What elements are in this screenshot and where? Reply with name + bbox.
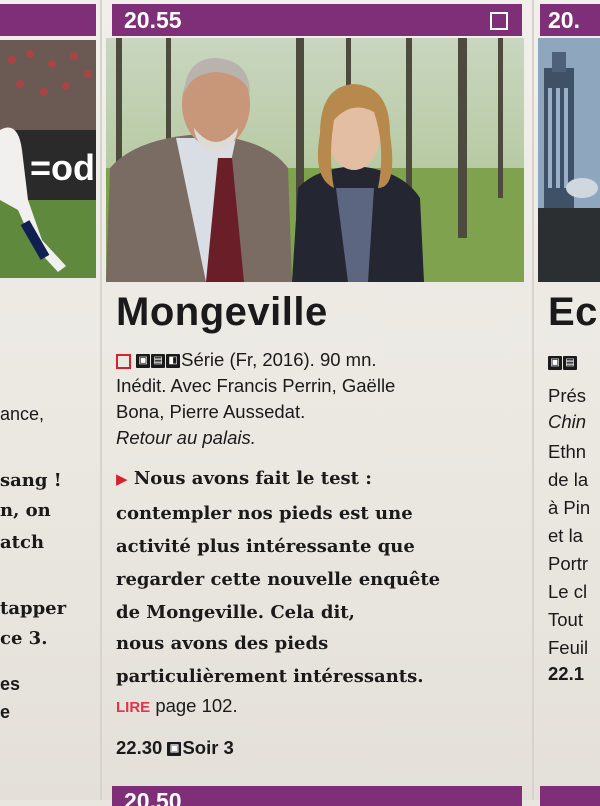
right-line-11: 22.1 bbox=[548, 663, 585, 684]
next-show: Soir 3 bbox=[182, 737, 234, 758]
right-building-photo bbox=[538, 38, 600, 282]
right-line-1: Prés bbox=[548, 385, 587, 406]
left-line-1: ance, bbox=[0, 404, 45, 424]
next-time-bar: 20.50 bbox=[112, 786, 522, 806]
column-divider-left bbox=[100, 0, 102, 800]
right-line-2: Chin bbox=[548, 411, 587, 432]
subtitles-icon: ▤ bbox=[151, 354, 166, 369]
review-line-6: nous avons des pieds bbox=[116, 633, 329, 654]
listing-time-bar: 20.55 bbox=[112, 4, 522, 36]
show-title: Mongeville bbox=[116, 290, 328, 334]
svg-text:=od: =od bbox=[30, 147, 95, 188]
play-triangle-icon: ▶ bbox=[116, 470, 128, 488]
right-line-9: Tout bbox=[548, 609, 583, 630]
hd-icon: ◧ bbox=[166, 354, 181, 369]
left-line-8: e bbox=[0, 702, 11, 722]
audio-description-icon: ▣ bbox=[136, 354, 151, 369]
left-line-7: es bbox=[0, 674, 21, 694]
next-time: 22.30 bbox=[116, 737, 163, 758]
right-line-4: de la bbox=[548, 469, 589, 490]
review-line-1: ▶ Nous avons fait le test : bbox=[116, 466, 372, 493]
read-more[interactable]: LIRE page 102. bbox=[116, 694, 238, 720]
left-line-6: ce 3. bbox=[0, 628, 48, 649]
right-line-8: Le cl bbox=[548, 581, 588, 602]
cast-line-1: Inédit. Avec Francis Perrin, Gaëlle bbox=[116, 375, 396, 396]
genre-line: ▣ ▤ ◧ Série (Fr, 2016). 90 mn. bbox=[116, 348, 377, 372]
review-text-1: Nous avons fait le test : bbox=[133, 468, 372, 489]
right-line-5: à Pin bbox=[548, 497, 591, 518]
read-label: LIRE bbox=[116, 699, 151, 716]
right-line-3: Ethn bbox=[548, 441, 587, 462]
genre-text: Série (Fr, 2016). 90 mn. bbox=[181, 349, 377, 370]
right-show-title: Ec bbox=[548, 290, 598, 334]
right-line-10: Feuil bbox=[548, 637, 589, 658]
next-bar-time: 20.50 bbox=[124, 788, 182, 806]
left-time-bar bbox=[0, 4, 96, 36]
right-next-bar bbox=[540, 786, 600, 806]
left-rugby-photo: =od bbox=[0, 40, 96, 278]
cast-line-2: Bona, Pierre Aussedat. bbox=[116, 401, 306, 422]
square-icon bbox=[490, 12, 508, 30]
subtitles-icon: ▤ bbox=[563, 356, 577, 371]
audio-description-icon: ▣ bbox=[548, 356, 562, 371]
left-line-2: sang ! bbox=[0, 470, 62, 491]
left-line-3: n, on bbox=[0, 500, 51, 521]
column-divider-right bbox=[532, 0, 534, 800]
listing-time: 20.55 bbox=[124, 7, 182, 33]
review-line-3: activité plus intéressante que bbox=[116, 536, 415, 557]
next-program: 22.30 ▣ Soir 3 bbox=[116, 736, 234, 760]
right-icons: ▣ ▤ bbox=[548, 350, 578, 374]
left-line-5: tapper bbox=[0, 598, 67, 619]
right-line-6: et la bbox=[548, 525, 583, 546]
right-time: 20. bbox=[548, 7, 580, 33]
review-line-2: contempler nos pieds est une bbox=[116, 503, 413, 524]
review-line-4: regarder cette nouvelle enquête bbox=[116, 569, 441, 590]
read-page: page 102. bbox=[155, 695, 238, 716]
square-icon bbox=[116, 353, 131, 369]
review-line-5: de Mongeville. Cela dit, bbox=[116, 602, 355, 623]
right-time-bar: 20. bbox=[540, 4, 600, 36]
left-line-4: atch bbox=[0, 532, 45, 553]
episode-title: Retour au palais. bbox=[116, 427, 256, 448]
audio-description-icon: ▣ bbox=[167, 742, 182, 757]
mongeville-photo bbox=[106, 38, 524, 282]
review-line-7: particulièrement intéressants. bbox=[116, 666, 424, 687]
right-line-7: Portr bbox=[548, 553, 589, 574]
